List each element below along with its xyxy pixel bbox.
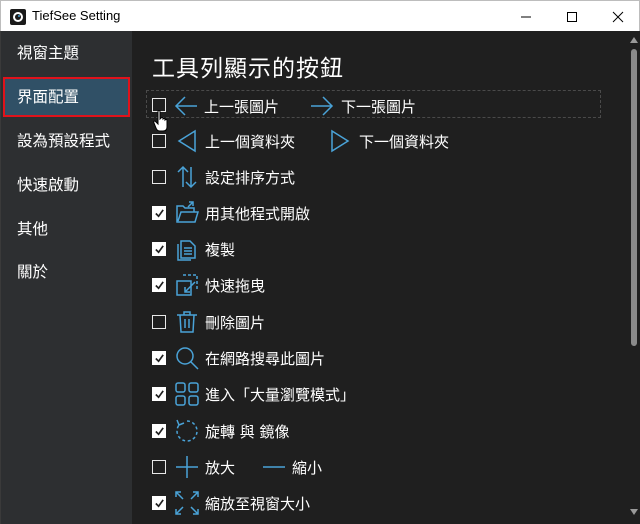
minimize-icon xyxy=(521,16,531,17)
sidebar-item-quick-launch[interactable]: 快速啟動 xyxy=(1,165,132,205)
option-label: 放大 xyxy=(205,459,236,477)
option-row-rotate-mirror[interactable]: 旋轉 與 鏡像 xyxy=(150,416,602,446)
option-row-delete[interactable]: 刪除圖片 xyxy=(150,307,602,337)
drag-icon xyxy=(175,273,199,297)
close-button[interactable] xyxy=(595,1,640,32)
checkbox[interactable] xyxy=(152,315,166,329)
sidebar: 視窗主題 界面配置 設為預設程式 快速啟動 其他 關於 xyxy=(1,31,132,524)
window-title: TiefSee Setting xyxy=(32,8,121,23)
option-row-web-search[interactable]: 在網路搜尋此圖片 xyxy=(150,343,602,373)
scrollbar-thumb[interactable] xyxy=(631,49,637,346)
hand-cursor-icon xyxy=(153,110,168,132)
checkbox[interactable] xyxy=(152,206,166,220)
option-row-copy[interactable]: 複製 xyxy=(150,234,602,264)
option-row-sort[interactable]: 設定排序方式 xyxy=(150,162,602,192)
copy-icon xyxy=(175,237,199,261)
option-row-zoom[interactable]: 放大 縮小 xyxy=(150,452,602,482)
sidebar-item-about[interactable]: 關於 xyxy=(1,252,132,292)
option-row-quick-drag[interactable]: 快速拖曳 xyxy=(150,270,602,300)
checkbox[interactable] xyxy=(152,278,166,292)
open-folder-icon xyxy=(175,201,200,225)
checkbox[interactable] xyxy=(152,242,166,256)
option-label: 用其他程式開啟 xyxy=(205,205,311,223)
checkbox[interactable] xyxy=(152,496,166,510)
sidebar-item-default-app[interactable]: 設為預設程式 xyxy=(1,121,132,161)
fit-window-icon xyxy=(175,491,199,515)
option-row-open-with[interactable]: 用其他程式開啟 xyxy=(150,198,602,228)
title-bar: TiefSee Setting xyxy=(0,0,640,31)
checkbox[interactable] xyxy=(152,424,166,438)
scroll-up-icon[interactable] xyxy=(630,37,638,43)
sort-arrows-icon xyxy=(175,165,199,189)
checkbox[interactable] xyxy=(152,134,166,148)
checkbox[interactable] xyxy=(152,460,166,474)
page-title: 工具列顯示的按鈕 xyxy=(152,56,344,82)
option-row-prev-next-folder[interactable]: 上一個資料夾 下一個資料夾 xyxy=(150,126,602,156)
option-label: 上一個資料夾 xyxy=(205,133,296,151)
checkbox[interactable] xyxy=(152,170,166,184)
option-label: 設定排序方式 xyxy=(205,169,296,187)
grid-icon xyxy=(175,382,199,406)
scrollbar[interactable] xyxy=(628,31,640,524)
minus-icon xyxy=(262,455,286,479)
option-label-2: 縮小 xyxy=(292,459,323,477)
arrow-right-icon xyxy=(310,94,334,118)
minimize-button[interactable] xyxy=(503,1,549,32)
option-row-prev-next-image[interactable]: 上一張圖片 下一張圖片 xyxy=(146,90,601,118)
option-label-2: 下一張圖片 xyxy=(341,98,417,116)
option-label: 複製 xyxy=(205,241,236,259)
option-label: 縮放至視窗大小 xyxy=(205,495,311,513)
maximize-icon xyxy=(567,11,577,22)
option-label: 在網路搜尋此圖片 xyxy=(205,350,326,368)
option-row-fit-window[interactable]: 縮放至視窗大小 xyxy=(150,488,602,518)
triangle-right-icon xyxy=(328,129,352,153)
option-label: 快速拖曳 xyxy=(205,277,266,295)
sidebar-item-layout[interactable]: 界面配置 xyxy=(3,77,130,117)
checkbox[interactable] xyxy=(152,387,166,401)
option-label: 進入「大量瀏覽模式」 xyxy=(205,386,356,404)
close-icon xyxy=(612,11,624,22)
option-label: 旋轉 與 鏡像 xyxy=(205,423,290,441)
maximize-button[interactable] xyxy=(549,1,595,32)
sidebar-item-other[interactable]: 其他 xyxy=(1,209,132,249)
trash-icon xyxy=(175,310,199,334)
scroll-down-icon[interactable] xyxy=(630,509,638,515)
checkbox[interactable] xyxy=(152,351,166,365)
option-label: 上一張圖片 xyxy=(204,98,280,116)
main-panel: 工具列顯示的按鈕 上一張圖片 下一張圖片 上一個資料夾 下一個資料夾 設定排序方… xyxy=(132,31,628,524)
sidebar-item-theme[interactable]: 視窗主題 xyxy=(1,33,132,73)
search-icon xyxy=(175,346,199,370)
plus-icon xyxy=(175,455,199,479)
option-row-bulk-view[interactable]: 進入「大量瀏覽模式」 xyxy=(150,379,602,409)
rotate-icon xyxy=(175,419,199,443)
option-label-2: 下一個資料夾 xyxy=(359,133,450,151)
arrow-left-icon xyxy=(174,94,198,118)
window-body: 視窗主題 界面配置 設為預設程式 快速啟動 其他 關於 工具列顯示的按鈕 上一張… xyxy=(0,31,640,524)
app-logo-icon xyxy=(10,9,26,25)
option-label: 刪除圖片 xyxy=(205,314,266,332)
triangle-left-icon xyxy=(175,129,199,153)
